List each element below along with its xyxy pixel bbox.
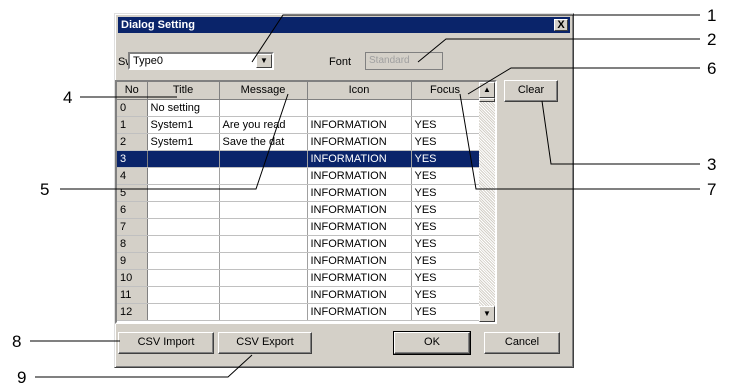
callout-2: 2: [707, 30, 717, 49]
callout-lines: [30, 14, 700, 378]
callout-7: 7: [707, 180, 717, 199]
callout-8: 8: [12, 332, 22, 351]
callout-3: 3: [707, 155, 717, 174]
callout-9: 9: [17, 368, 27, 387]
callout-5: 5: [40, 180, 50, 199]
callout-4: 4: [63, 88, 73, 107]
callout-1: 1: [707, 6, 717, 25]
callout-6: 6: [707, 59, 717, 78]
